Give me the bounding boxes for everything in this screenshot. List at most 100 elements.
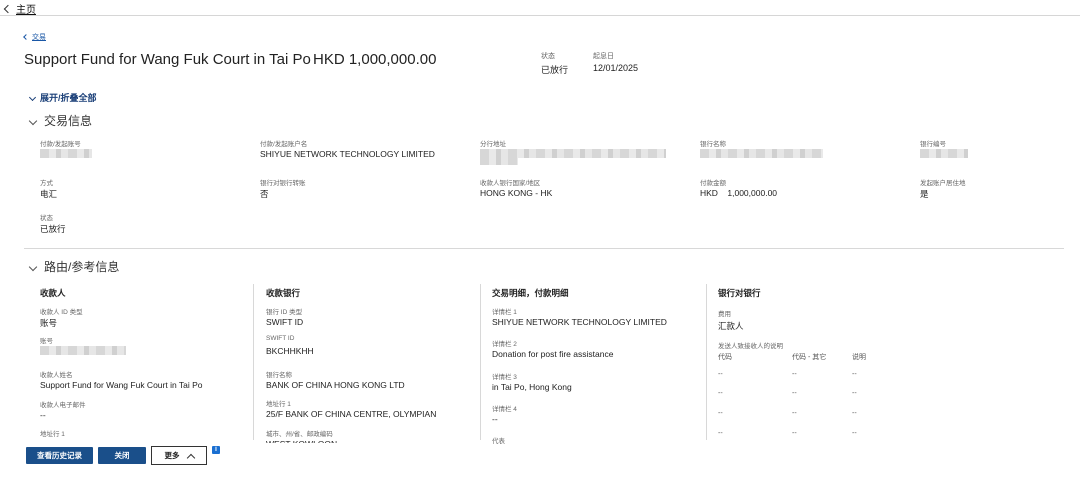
field-label: 地址行 1 <box>40 431 65 438</box>
table-cell: -- <box>852 410 857 417</box>
field-value: 汇款人 <box>718 321 744 331</box>
field-value: -- <box>492 414 498 424</box>
masked-value <box>480 158 518 165</box>
field-label: 银行 ID 类型 <box>266 309 303 316</box>
field-label: 账号 <box>40 338 53 345</box>
table-cell: -- <box>792 430 797 437</box>
field-value: 否 <box>260 189 269 199</box>
field-label: 详情栏 4 <box>492 406 517 413</box>
field-label: 详情栏 3 <box>492 374 517 381</box>
field-value: 是 <box>920 189 929 199</box>
field-label: 发起账户居住地 <box>920 180 966 187</box>
table-cell: -- <box>718 371 723 378</box>
chevron-left-icon <box>3 4 13 13</box>
field-label: 银行名称 <box>266 372 292 379</box>
breadcrumb-transactions[interactable]: 交易 <box>23 32 46 42</box>
expand-collapse-all[interactable]: 展开/折叠全部 <box>28 91 97 104</box>
table-cell: -- <box>718 410 723 417</box>
field-label: 收款人银行国家/地区 <box>480 180 541 187</box>
table-cell: -- <box>792 410 797 417</box>
table-cell: -- <box>718 390 723 397</box>
close-button[interactable]: 关闭 <box>98 447 146 464</box>
field-label: 地址行 1 <box>266 401 291 408</box>
field-value: SHIYUE NETWORK TECHNOLOGY LIMITED <box>492 317 667 327</box>
table-cell: -- <box>852 371 857 378</box>
chevron-down-icon <box>28 93 37 102</box>
field-label: 详情栏 1 <box>492 309 517 316</box>
field-label: 发送人致接收人的说明 <box>718 343 783 350</box>
field-label: 收款人姓名 <box>40 372 73 379</box>
masked-value <box>480 149 666 158</box>
masked-value <box>700 149 823 158</box>
field-label: 银行对银行转账 <box>260 180 306 187</box>
table-header: 代码 <box>718 354 732 361</box>
table-cell: -- <box>718 430 723 437</box>
section-title: 路由/参考信息 <box>44 260 120 274</box>
field-value: Support Fund for Wang Fuk Court in Tai P… <box>40 380 203 390</box>
table-cell: -- <box>852 430 857 437</box>
payee-heading: 收款人 <box>40 288 66 298</box>
masked-value <box>40 149 92 158</box>
field-value: -- <box>40 410 46 420</box>
details-heading: 交易明细，付款明细 <box>492 288 569 298</box>
column-divider <box>253 284 254 440</box>
field-value: HONG KONG - HK <box>480 188 553 198</box>
payee-bank-heading: 收款银行 <box>266 288 301 298</box>
masked-value <box>920 149 968 158</box>
chevron-down-icon <box>28 116 38 125</box>
field-label: 银行名称 <box>700 141 726 148</box>
chevron-down-icon <box>28 262 38 271</box>
field-label: 付款金额 <box>700 180 726 187</box>
table-header: 代码 - 其它 <box>792 354 827 361</box>
masked-value <box>40 346 126 355</box>
field-value: 电汇 <box>40 189 58 199</box>
field-value: BKCHHKHH <box>266 346 314 356</box>
section-transaction-info[interactable]: 交易信息 <box>28 112 93 129</box>
field-label: SWIFT ID <box>266 335 295 342</box>
table-header: 说明 <box>852 354 866 361</box>
field-label: 详情栏 2 <box>492 341 517 348</box>
field-value: WEST KOWLOON <box>266 439 337 443</box>
field-label: 状态 <box>40 215 53 222</box>
section-divider <box>24 248 1064 249</box>
back-home-link[interactable]: 主页 <box>3 1 36 16</box>
field-label: 付款/发起账户名 <box>260 141 308 148</box>
field-value: Donation for post fire assistance <box>492 349 614 359</box>
field-value: 25/F BANK OF CHINA CENTRE, OLYMPIAN <box>266 409 437 419</box>
more-button-label: 更多 <box>164 451 180 460</box>
field-label: 分行地址 <box>480 141 506 148</box>
status-value: 已放行 <box>541 65 569 75</box>
field-label: 银行编号 <box>920 141 946 148</box>
expand-collapse-label: 展开/折叠全部 <box>40 93 97 103</box>
field-value: in Tai Po, Hong Kong <box>492 382 572 392</box>
field-value: 账号 <box>40 318 58 328</box>
section-routing-info[interactable]: 路由/参考信息 <box>28 258 120 275</box>
breadcrumb-label: 交易 <box>32 34 46 41</box>
table-cell: -- <box>792 390 797 397</box>
chevron-left-icon <box>23 34 29 40</box>
view-history-button[interactable]: 查看历史记录 <box>26 447 93 464</box>
column-divider <box>706 284 707 440</box>
chevron-up-icon <box>186 453 195 462</box>
table-cell: -- <box>792 371 797 378</box>
more-button[interactable]: 更多 <box>151 446 207 465</box>
field-value: 已放行 <box>40 224 66 234</box>
field-label: 城市、州/省、邮政编码 <box>266 431 333 438</box>
field-label: 收款人 ID 类型 <box>40 309 83 316</box>
field-value: SHIYUE NETWORK TECHNOLOGY LIMITED <box>260 149 435 159</box>
page-title: Support Fund for Wang Fuk Court in Tai P… <box>24 51 311 68</box>
back-home-label: 主页 <box>16 5 36 16</box>
info-icon[interactable]: i <box>212 446 220 454</box>
field-value: SWIFT ID <box>266 317 304 327</box>
field-label: 代表 <box>492 438 505 445</box>
field-label: 付款/发起账号 <box>40 141 81 148</box>
status-label: 状态 <box>541 53 555 60</box>
table-cell: -- <box>852 390 857 397</box>
column-divider <box>480 284 481 440</box>
section-title: 交易信息 <box>44 114 93 128</box>
field-label: 费用 <box>718 311 731 318</box>
bank-to-bank-heading: 银行对银行 <box>718 288 761 298</box>
value-date: 12/01/2025 <box>593 63 639 73</box>
value-date-label: 起息日 <box>593 53 614 60</box>
field-label: 方式 <box>40 180 53 187</box>
